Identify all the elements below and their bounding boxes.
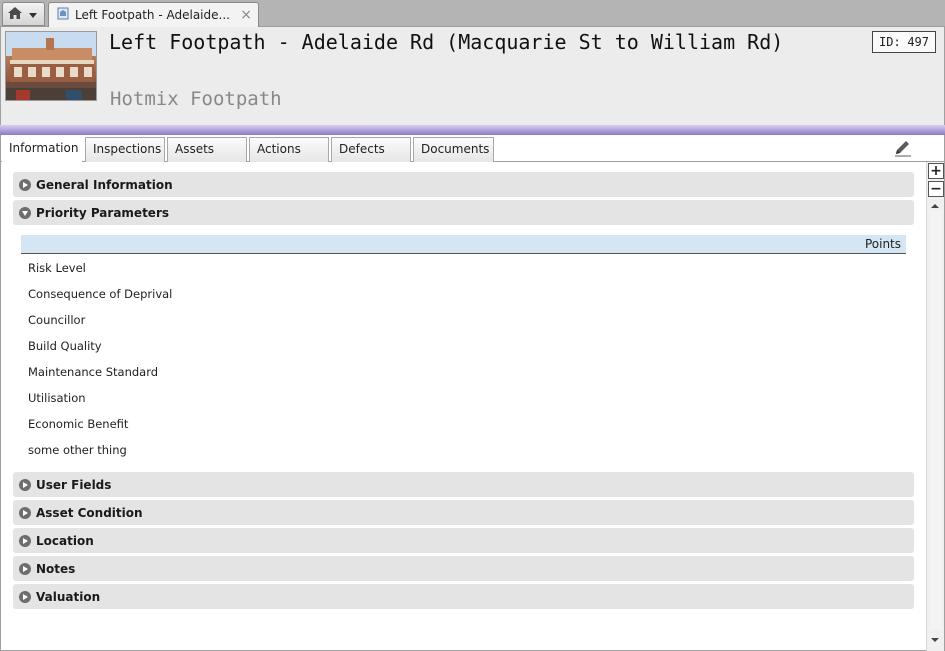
section-label: Notes — [36, 561, 76, 576]
window-tab-strip: Left Footpath - Adelaide... × — [0, 0, 945, 27]
priority-row[interactable]: Maintenance Standard — [28, 365, 158, 379]
home-button[interactable] — [2, 2, 45, 26]
priority-grid-header: Points — [21, 235, 906, 254]
record-id-box: ID: 497 — [872, 31, 936, 53]
priority-row[interactable]: Consequence of Deprival — [28, 287, 172, 301]
expand-icon — [19, 178, 31, 191]
page-icon — [57, 7, 70, 23]
close-icon[interactable]: × — [240, 7, 252, 23]
section-label: Valuation — [36, 589, 101, 604]
zoom-out-button[interactable]: − — [928, 181, 944, 197]
section-priority-parameters[interactable]: Priority Parameters — [13, 200, 914, 225]
points-column-header[interactable]: Points — [865, 237, 901, 251]
section-user-fields[interactable]: User Fields — [13, 472, 914, 497]
tab-inspections[interactable]: Inspections — [85, 137, 165, 162]
tab-documents[interactable]: Documents — [413, 137, 494, 162]
priority-row[interactable]: some other thing — [28, 443, 127, 457]
zoom-in-button[interactable]: + — [928, 163, 944, 179]
priority-row[interactable]: Economic Benefit — [28, 417, 128, 431]
dropdown-arrow-icon[interactable] — [29, 7, 37, 21]
scroll-track[interactable] — [930, 210, 942, 630]
tab-actions[interactable]: Actions — [249, 137, 329, 162]
section-label: Priority Parameters — [36, 205, 170, 220]
priority-row[interactable]: Build Quality — [28, 339, 102, 353]
expand-icon — [19, 534, 31, 547]
tab-information[interactable]: Information — [2, 136, 82, 162]
home-icon — [7, 6, 23, 23]
record-subtitle: Hotmix Footpath — [110, 88, 282, 110]
section-label: User Fields — [36, 477, 112, 492]
section-label: Location — [36, 533, 94, 548]
expand-icon — [19, 562, 31, 575]
record-tab-bar: Information Inspections Assets Actions D… — [0, 135, 945, 162]
section-label: Asset Condition — [36, 505, 143, 520]
information-panel: General Information Priority Parameters … — [0, 162, 945, 651]
priority-row[interactable]: Councillor — [28, 313, 85, 327]
vertical-scrollbar[interactable]: + − — [926, 162, 944, 651]
expand-icon — [19, 478, 31, 491]
section-general-information[interactable]: General Information — [13, 172, 914, 197]
pencil-icon[interactable] — [893, 139, 913, 157]
collapse-icon — [19, 206, 31, 219]
document-tab-title: Left Footpath - Adelaide... — [75, 8, 230, 22]
tab-defects[interactable]: Defects — [331, 137, 411, 162]
record-header: Left Footpath - Adelaide Rd (Macquarie S… — [0, 27, 945, 125]
expand-icon — [19, 506, 31, 519]
section-notes[interactable]: Notes — [13, 556, 914, 581]
tab-assets[interactable]: Assets — [167, 137, 247, 162]
record-title: Left Footpath - Adelaide Rd (Macquarie S… — [109, 30, 784, 54]
section-asset-condition[interactable]: Asset Condition — [13, 500, 914, 525]
document-tab[interactable]: Left Footpath - Adelaide... × — [48, 2, 259, 27]
asset-photo — [5, 31, 97, 101]
expand-icon — [19, 590, 31, 603]
id-value: 497 — [907, 35, 929, 49]
accent-divider — [0, 125, 945, 135]
priority-row[interactable]: Risk Level — [28, 261, 86, 275]
section-valuation[interactable]: Valuation — [13, 584, 914, 609]
section-label: General Information — [36, 177, 173, 192]
priority-row[interactable]: Utilisation — [28, 391, 86, 405]
scroll-up-arrow[interactable] — [931, 204, 939, 208]
id-label: ID: — [879, 35, 901, 49]
scroll-down-arrow[interactable] — [931, 638, 939, 642]
section-location[interactable]: Location — [13, 528, 914, 553]
